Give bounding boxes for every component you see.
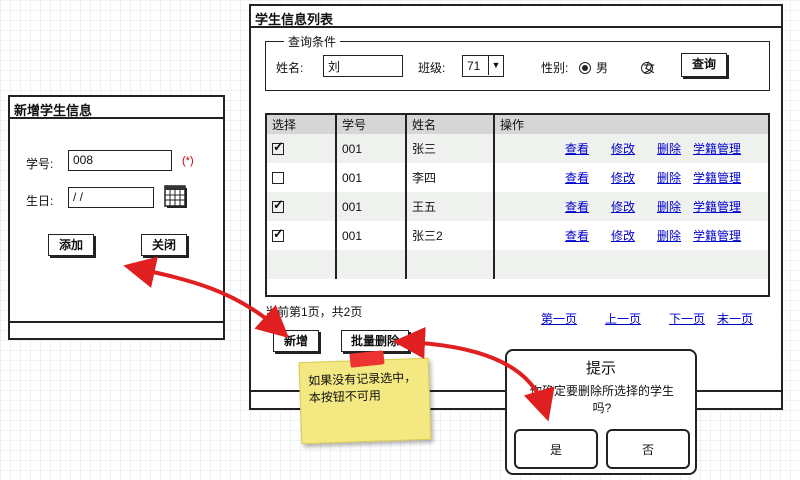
student-id-label: 学号: xyxy=(26,157,54,171)
add-confirm-button[interactable]: 添加 xyxy=(48,234,94,256)
table-row: 001张三2 查看 修改 删除学籍管理 xyxy=(267,221,768,250)
select-cell xyxy=(267,163,337,192)
confirm-dialog-title: 提示 xyxy=(585,360,616,377)
actions-cell: 查看 修改 删除 学籍管理 xyxy=(494,192,768,221)
query-group: 查询条件 姓名: 刘 班级: 71 ▼ 性别: 男 女 查询 xyxy=(265,33,770,91)
sticky-note-text: 如果没有记录选中，本按钮不可用 xyxy=(308,370,417,405)
add-student-button[interactable]: 新增 xyxy=(273,330,319,352)
name-input[interactable]: 刘 xyxy=(323,55,403,77)
view-link[interactable]: 查看 xyxy=(565,200,589,214)
header-select: 选择 xyxy=(267,115,337,134)
view-link[interactable]: 查看 xyxy=(565,171,589,185)
edit-link[interactable]: 修改 xyxy=(611,200,635,214)
pager-first-link[interactable]: 第一页 xyxy=(541,310,577,327)
confirm-no-button[interactable]: 否 xyxy=(606,429,690,469)
table-row: 001王五 查看 修改 删除学籍管理 xyxy=(267,192,768,221)
gender-female-label: 女 xyxy=(643,61,656,75)
delete-link[interactable]: 删除 xyxy=(657,229,681,243)
calendar-icon[interactable] xyxy=(164,185,188,209)
select-cell xyxy=(267,134,337,163)
pager-last-link[interactable]: 末一页 xyxy=(717,310,753,327)
header-student-id: 学号 xyxy=(336,115,407,134)
actions-cell: 查看 修改 删除 学籍管理 xyxy=(494,134,768,163)
query-group-legend: 查询条件 xyxy=(284,33,341,50)
actions-cell: 查看 修改 删除 学籍管理 xyxy=(494,221,768,250)
class-label: 班级: xyxy=(418,61,446,75)
gender-male-label: 男 xyxy=(596,61,609,75)
delete-link[interactable]: 删除 xyxy=(657,171,681,185)
header-actions: 操作 xyxy=(494,115,768,134)
student-name-cell xyxy=(406,250,495,279)
close-button[interactable]: 关闭 xyxy=(141,234,187,256)
select-cell xyxy=(267,250,337,279)
gender-male-radio[interactable] xyxy=(579,61,591,74)
confirm-yes-button[interactable]: 是 xyxy=(514,429,598,469)
pager-prev-link[interactable]: 上一页 xyxy=(605,310,641,327)
edit-link[interactable]: 修改 xyxy=(611,142,635,156)
status-management-link[interactable]: 学籍管理 xyxy=(693,229,741,243)
batch-delete-button[interactable]: 批量删除 xyxy=(341,330,409,352)
student-name-cell: 张三2 xyxy=(406,221,495,250)
student-id-cell: 001 xyxy=(336,192,407,221)
student-id-cell: 001 xyxy=(336,221,407,250)
view-link[interactable]: 查看 xyxy=(565,142,589,156)
select-cell xyxy=(267,192,337,221)
birthday-label: 生日: xyxy=(26,194,54,208)
chevron-down-icon[interactable]: ▼ xyxy=(488,56,503,75)
actions-cell: 查看 修改 删除 学籍管理 xyxy=(494,163,768,192)
row-checkbox[interactable] xyxy=(272,172,284,185)
header-name: 姓名 xyxy=(406,115,495,134)
name-label: 姓名: xyxy=(276,61,304,75)
class-select[interactable]: 71 ▼ xyxy=(462,55,504,77)
confirm-dialog-message: 你确定要删除所选择的学生吗? xyxy=(529,384,674,415)
pager-next-link[interactable]: 下一页 xyxy=(669,310,705,327)
delete-link[interactable]: 删除 xyxy=(657,142,681,156)
row-checkbox[interactable] xyxy=(272,226,284,243)
edit-link[interactable]: 修改 xyxy=(611,229,635,243)
status-management-link[interactable]: 学籍管理 xyxy=(693,171,741,185)
student-name-cell: 王五 xyxy=(406,192,495,221)
student-id-cell: 001 xyxy=(336,163,407,192)
page-info: 当前第1页，共2页 xyxy=(265,305,363,319)
table-row: 001张三 查看 修改 删除学籍管理 xyxy=(267,134,768,163)
add-student-title: 新增学生信息 xyxy=(10,97,223,119)
add-window-status-bar xyxy=(10,321,223,340)
student-table-frame: 选择 学号 姓名 操作 001张三查看修改删除学籍管理001李四查看修改删除学籍… xyxy=(265,113,770,297)
student-id-input[interactable]: 008 xyxy=(68,150,172,171)
confirm-dialog: 提示 你确定要删除所选择的学生吗? 是 否 xyxy=(505,349,697,475)
table-header-row: 选择 学号 姓名 操作 xyxy=(267,115,768,134)
status-management-link[interactable]: 学籍管理 xyxy=(693,200,741,214)
table-row xyxy=(267,250,768,279)
row-checkbox[interactable] xyxy=(272,139,284,156)
delete-link[interactable]: 删除 xyxy=(657,200,681,214)
sticky-note: 如果没有记录选中，本按钮不可用 xyxy=(298,357,432,445)
edit-link[interactable]: 修改 xyxy=(611,171,635,185)
class-select-value: 71 xyxy=(467,59,481,73)
select-cell xyxy=(267,221,337,250)
actions-cell xyxy=(494,250,768,279)
query-button[interactable]: 查询 xyxy=(681,53,727,77)
row-checkbox[interactable] xyxy=(272,197,284,214)
student-name-cell: 李四 xyxy=(406,163,495,192)
student-table: 选择 学号 姓名 操作 001张三查看修改删除学籍管理001李四查看修改删除学籍… xyxy=(267,115,768,279)
table-row: 001 李四 查看 修改 删除 学籍管理 xyxy=(267,163,768,192)
add-student-window: 新增学生信息 学号: 008 (*) 生日: / / 添加 关闭 xyxy=(8,95,225,340)
student-list-title: 学生信息列表 xyxy=(251,6,781,28)
student-name-cell: 张三 xyxy=(406,134,495,163)
student-id-cell: 001 xyxy=(336,134,407,163)
gender-label: 性别: xyxy=(541,61,569,75)
birthday-input[interactable]: / / xyxy=(68,187,154,208)
required-mark: (*) xyxy=(182,155,194,167)
status-management-link[interactable]: 学籍管理 xyxy=(693,142,741,156)
view-link[interactable]: 查看 xyxy=(565,229,589,243)
student-id-cell xyxy=(336,250,407,279)
